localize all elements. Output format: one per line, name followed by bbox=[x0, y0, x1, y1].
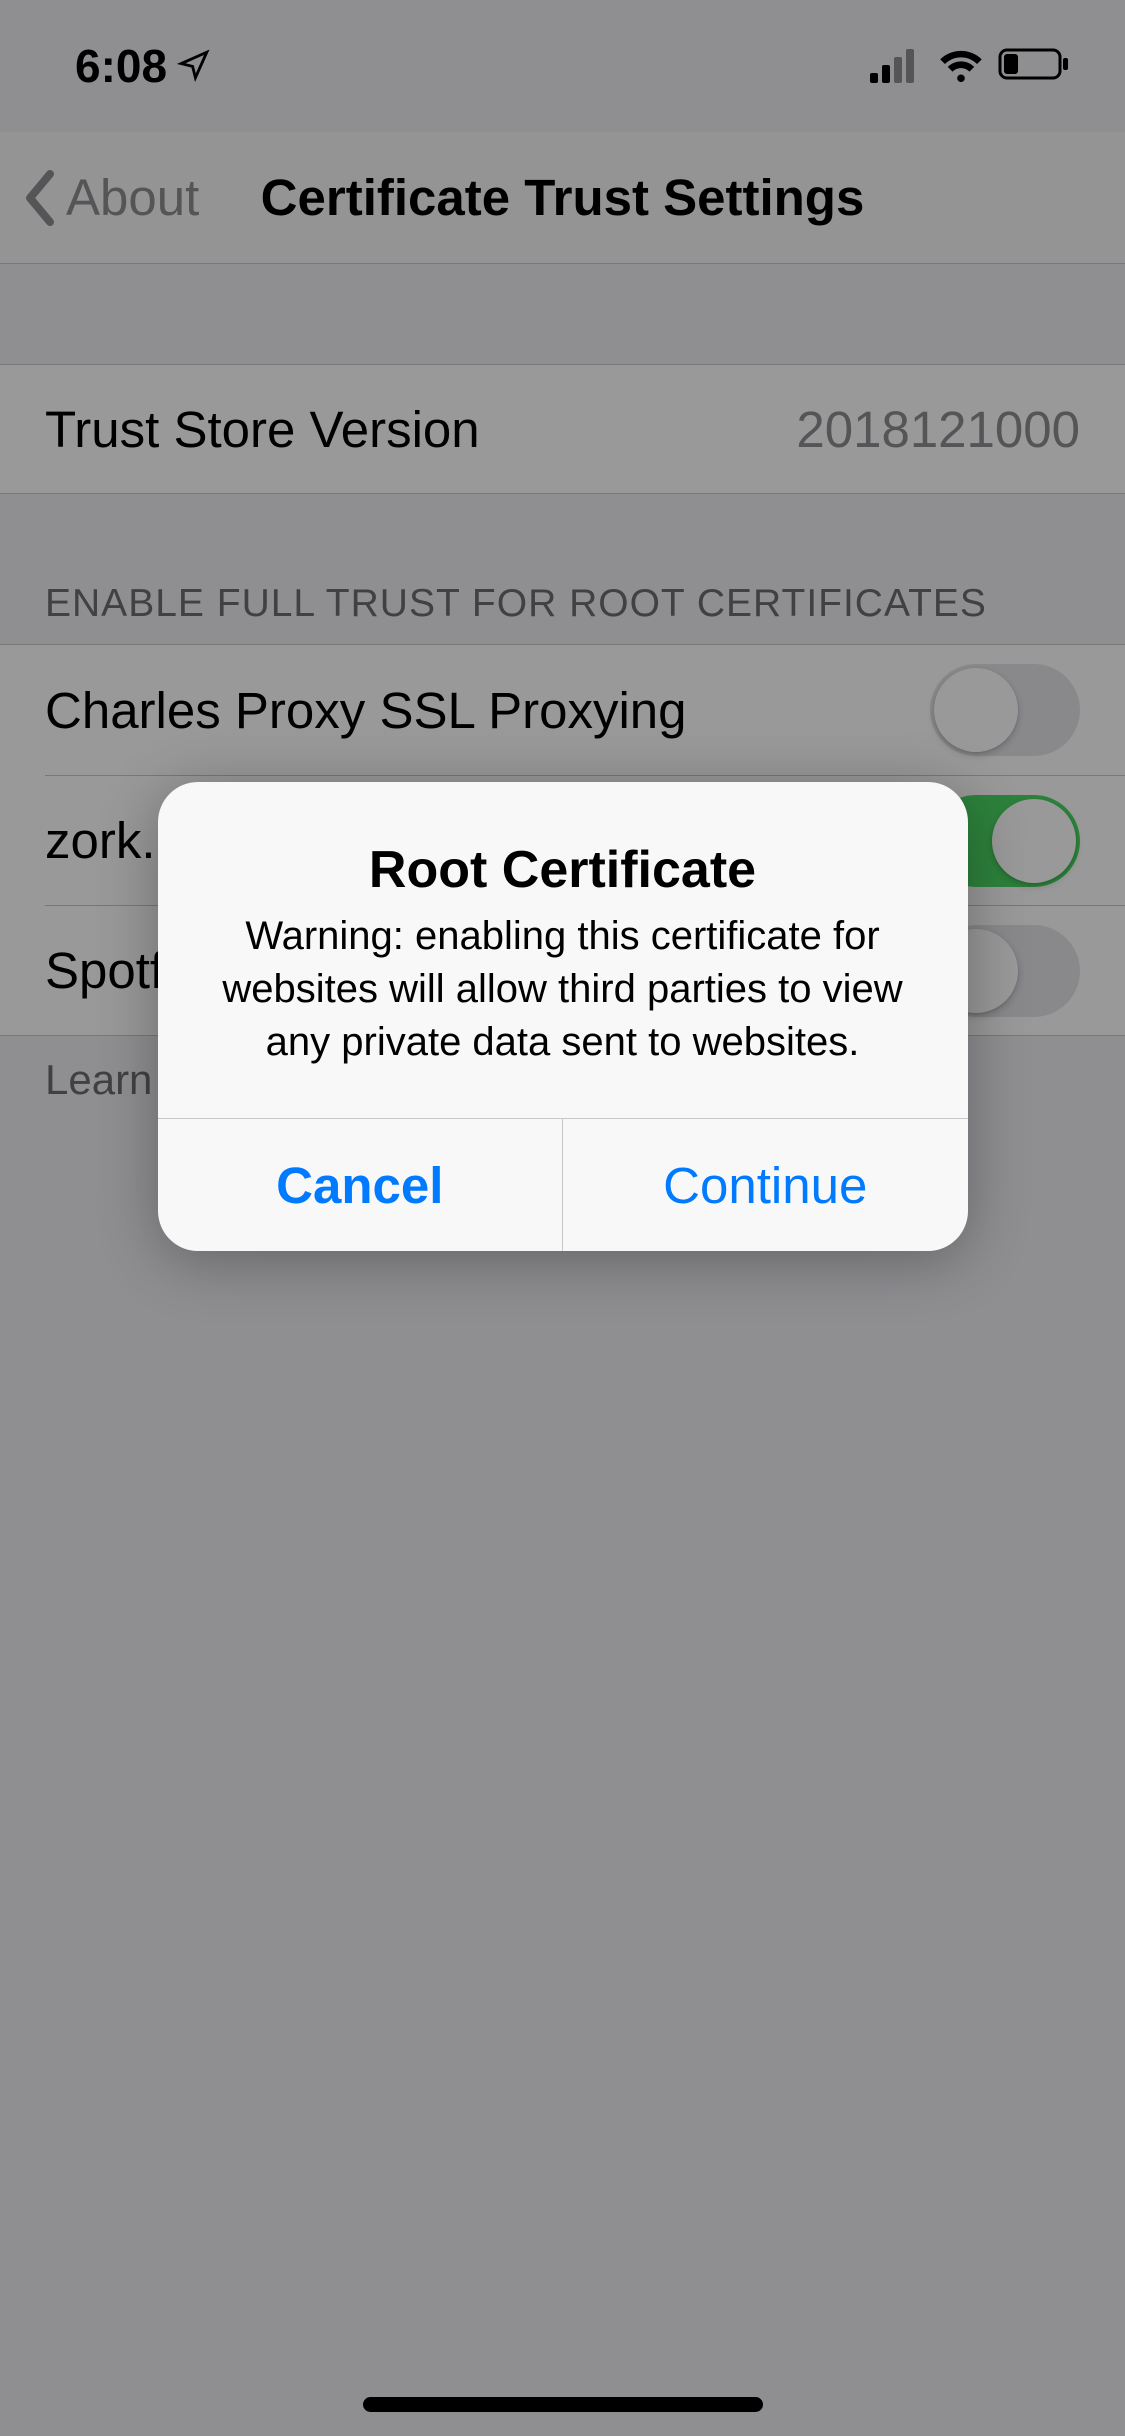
cancel-button[interactable]: Cancel bbox=[158, 1119, 563, 1251]
alert-body: Root Certificate Warning: enabling this … bbox=[158, 782, 968, 1118]
alert-dialog: Root Certificate Warning: enabling this … bbox=[158, 782, 968, 1251]
alert-title: Root Certificate bbox=[206, 840, 920, 900]
continue-button[interactable]: Continue bbox=[562, 1119, 968, 1251]
alert-message: Warning: enabling this certificate for w… bbox=[206, 910, 920, 1068]
alert-buttons: Cancel Continue bbox=[158, 1118, 968, 1251]
home-indicator[interactable] bbox=[363, 2397, 763, 2412]
